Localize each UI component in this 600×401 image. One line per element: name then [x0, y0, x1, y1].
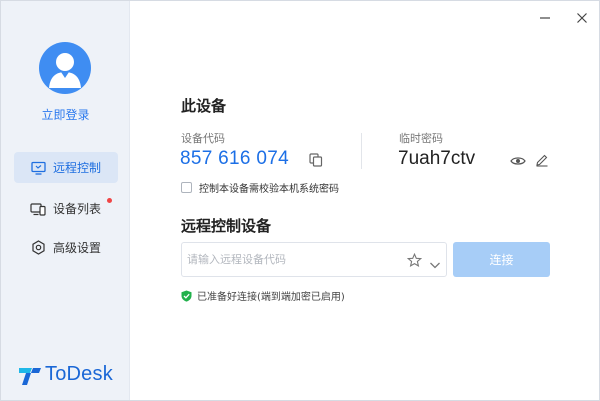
favorite-button[interactable] [406, 252, 423, 268]
pencil-icon [536, 154, 548, 167]
notification-badge [107, 198, 112, 203]
verify-checkbox[interactable] [181, 182, 192, 193]
monitor-icon [30, 160, 46, 176]
history-dropdown-button[interactable] [429, 255, 441, 269]
sidebar: 立即登录 远程控制 设备列表 高级设置 ToDesk [1, 1, 130, 400]
temp-password-label: 临时密码 [399, 132, 443, 145]
sidebar-item-label: 高级设置 [53, 241, 102, 255]
todesk-logo-icon [19, 367, 41, 385]
sidebar-item-label: 设备列表 [53, 202, 102, 216]
show-password-button[interactable] [510, 153, 526, 167]
this-device-title: 此设备 [181, 97, 227, 115]
sidebar-item-device-list[interactable]: 设备列表 [14, 193, 118, 224]
brand-logo: ToDesk [18, 363, 113, 386]
temp-password: 7uah7ctv [398, 148, 476, 169]
user-icon [49, 53, 81, 88]
devices-icon [30, 201, 46, 217]
divider [361, 133, 362, 169]
verify-option: 控制本设备需校验本机系统密码 [181, 180, 339, 195]
remote-code-input[interactable] [187, 244, 397, 275]
brand-name: ToDesk [45, 363, 113, 385]
status-text: 已准备好连接(端到端加密已启用) [197, 292, 345, 303]
sidebar-item-advanced-settings[interactable]: 高级设置 [14, 232, 118, 263]
shield-check-icon [181, 290, 192, 302]
login-link[interactable]: 立即登录 [1, 106, 130, 123]
edit-password-button[interactable] [535, 152, 549, 167]
sidebar-item-label: 远程控制 [53, 161, 102, 175]
device-code-label: 设备代码 [181, 132, 225, 145]
app-window: 立即登录 远程控制 设备列表 高级设置 ToDesk 此设备 设备代码 857 … [0, 0, 600, 401]
copy-icon [309, 153, 323, 167]
connection-status: 已准备好连接(端到端加密已启用) [181, 288, 345, 303]
remote-code-field [181, 242, 447, 277]
device-code: 857 616 074 [180, 148, 289, 169]
minimize-button[interactable] [535, 9, 555, 27]
connect-button[interactable]: 连接 [453, 242, 550, 277]
copy-button[interactable] [308, 152, 324, 168]
hexagon-settings-icon [30, 240, 46, 256]
close-icon [577, 13, 587, 23]
close-button[interactable] [572, 9, 592, 27]
eye-icon [510, 157, 526, 165]
remote-control-title: 远程控制设备 [181, 217, 272, 235]
sidebar-item-remote-control[interactable]: 远程控制 [14, 152, 118, 183]
avatar[interactable] [39, 42, 91, 94]
star-icon [406, 252, 423, 268]
minimize-icon [540, 17, 550, 19]
chevron-down-icon [430, 262, 440, 269]
verify-label: 控制本设备需校验本机系统密码 [199, 184, 339, 195]
